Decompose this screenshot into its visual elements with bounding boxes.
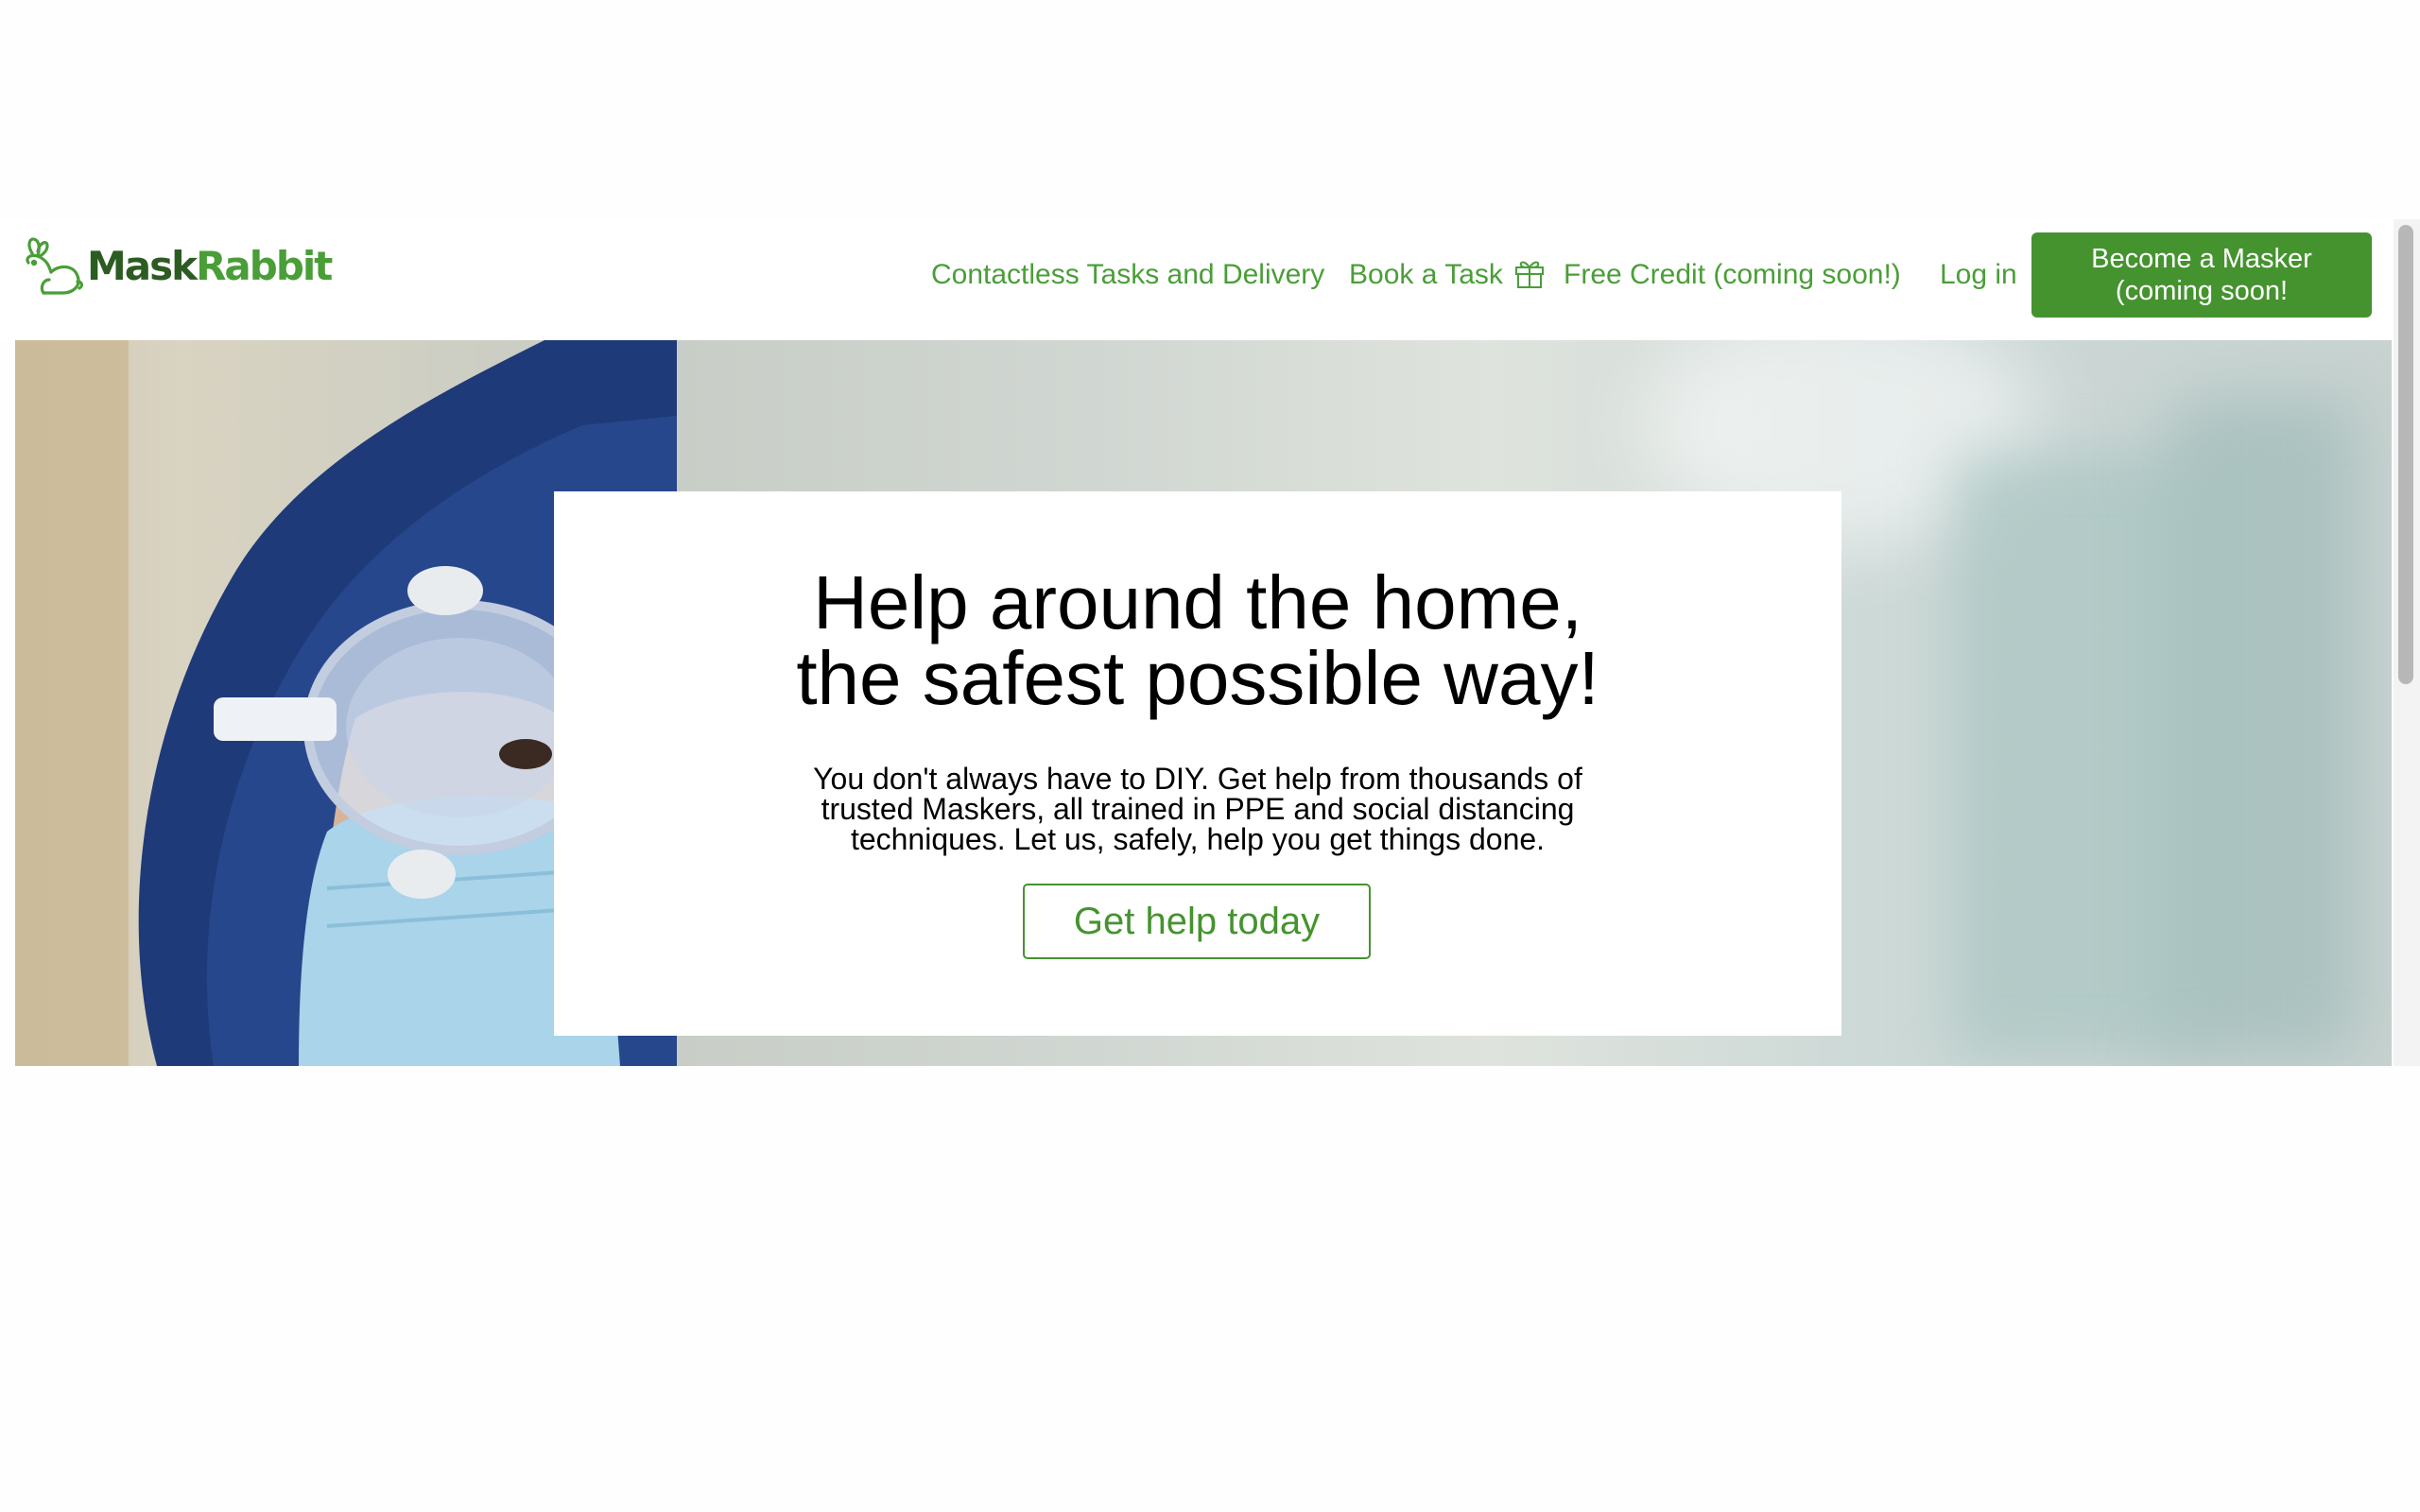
site-header: MaskRabbit Contactless Tasks and Deliver… [0, 219, 2394, 340]
nav-contactless-tasks[interactable]: Contactless Tasks and Delivery [931, 259, 1324, 291]
hero-title: Help around the home, the safest possibl… [554, 565, 1841, 716]
logo-word-mask: Mask [87, 242, 198, 289]
scrollbar-thumb[interactable] [2398, 225, 2413, 684]
logo-wordmark: MaskRabbit [87, 242, 333, 289]
logo-word-rabbit: Rabbit [196, 242, 333, 289]
hero-card: Help around the home, the safest possibl… [554, 491, 1841, 1036]
become-masker-button[interactable]: Become a Masker (coming soon! [2031, 232, 2372, 318]
nav-book-task[interactable]: Book a Task [1349, 259, 1503, 291]
vertical-scrollbar[interactable] [2394, 219, 2420, 1066]
hero-description-line2: trusted Maskers, all trained in PPE and … [821, 792, 1575, 826]
gift-icon [1515, 261, 1544, 288]
hero-background-glass-right [2170, 397, 2360, 1058]
hero-description: You don't always have to DIY. Get help f… [795, 764, 1600, 854]
hero-title-line1: Help around the home, [813, 560, 1582, 644]
site-logo[interactable]: MaskRabbit [19, 234, 333, 297]
hero-description-line3: techniques. Let us, safely, help you get… [850, 822, 1546, 856]
nav-login[interactable]: Log in [1940, 259, 2017, 291]
nav-free-credit[interactable]: Free Credit (coming soon!) [1564, 259, 1901, 291]
become-masker-line1: Become a Masker [2091, 244, 2312, 274]
get-help-today-button[interactable]: Get help today [1023, 884, 1371, 959]
rabbit-icon [26, 237, 84, 295]
hero-title-line2: the safest possible way! [796, 636, 1599, 720]
hero-description-line1: You don't always have to DIY. Get help f… [813, 762, 1582, 796]
hero-background-glass [1953, 454, 2199, 1058]
become-masker-line2: (coming soon! [2115, 276, 2289, 306]
hero-section: Help around the home, the safest possibl… [15, 340, 2392, 1066]
